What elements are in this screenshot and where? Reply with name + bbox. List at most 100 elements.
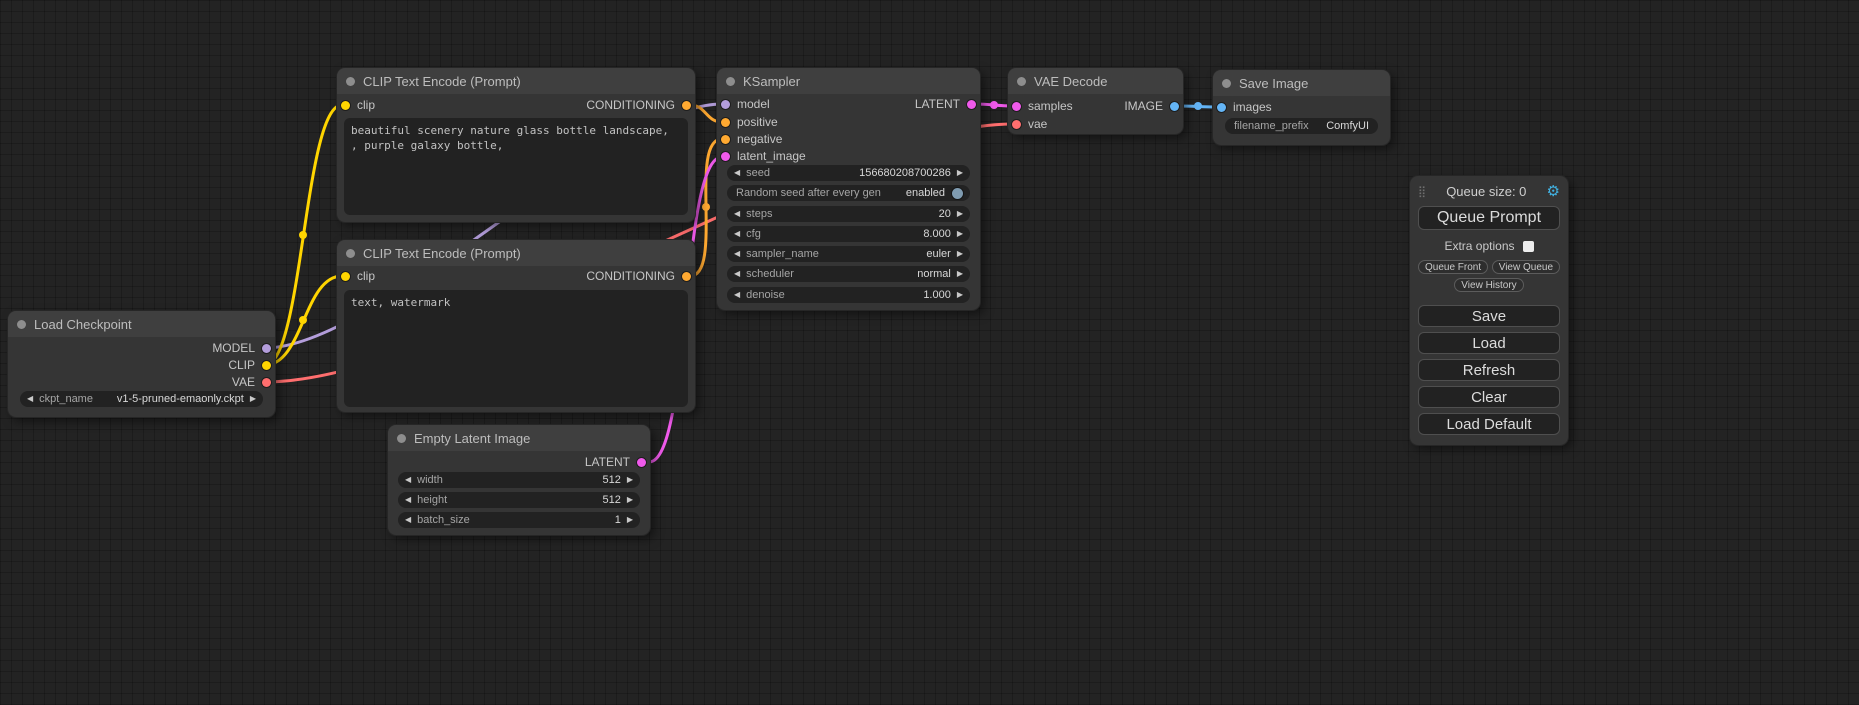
node-title-bar[interactable]: VAE Decode bbox=[1008, 68, 1183, 94]
widget-random-seed-toggle[interactable]: Random seed after every gen enabled bbox=[727, 185, 970, 201]
queue-front-button[interactable]: Queue Front bbox=[1418, 260, 1488, 274]
widget-increment-icon[interactable]: ▶ bbox=[627, 516, 633, 524]
widget-increment-icon[interactable]: ▶ bbox=[957, 250, 963, 258]
node-title-bar[interactable]: KSampler bbox=[717, 68, 980, 94]
widget-scheduler[interactable]: ◀ scheduler normal ▶ bbox=[727, 266, 970, 282]
widget-decrement-icon[interactable]: ◀ bbox=[734, 230, 740, 238]
toggle-knob-icon[interactable] bbox=[952, 188, 963, 199]
collapse-dot-icon[interactable] bbox=[726, 77, 735, 86]
clear-button[interactable]: Clear bbox=[1418, 386, 1560, 408]
collapse-dot-icon[interactable] bbox=[346, 249, 355, 258]
node-clip-text-encode-negative[interactable]: CLIP Text Encode (Prompt) clip CONDITION… bbox=[337, 240, 695, 412]
widget-sampler-name[interactable]: ◀ sampler_name euler ▶ bbox=[727, 246, 970, 262]
save-button[interactable]: Save bbox=[1418, 305, 1560, 327]
widget-decrement-icon[interactable]: ◀ bbox=[405, 496, 411, 504]
vae-output-port[interactable] bbox=[262, 378, 271, 387]
widget-increment-icon[interactable]: ▶ bbox=[957, 169, 963, 177]
widget-decrement-icon[interactable]: ◀ bbox=[734, 270, 740, 278]
model-input-port[interactable] bbox=[721, 100, 730, 109]
node-load-checkpoint[interactable]: Load Checkpoint MODEL CLIP VAE ◀ ckpt_na… bbox=[8, 311, 275, 417]
widget-cfg[interactable]: ◀ cfg 8.000 ▶ bbox=[727, 226, 970, 242]
widget-increment-icon[interactable]: ▶ bbox=[957, 270, 963, 278]
link-midpoint-dot bbox=[299, 231, 307, 239]
samples-input-port[interactable] bbox=[1012, 102, 1021, 111]
negative-input-port[interactable] bbox=[721, 135, 730, 144]
output-label: CLIP bbox=[228, 358, 255, 372]
collapse-dot-icon[interactable] bbox=[1222, 79, 1231, 88]
node-title: Load Checkpoint bbox=[34, 317, 132, 332]
input-row-latent-image: latent_image bbox=[721, 149, 806, 163]
node-vae-decode[interactable]: VAE Decode samples IMAGE vae bbox=[1008, 68, 1183, 134]
latent-image-input-port[interactable] bbox=[721, 152, 730, 161]
input-row-images: images bbox=[1217, 100, 1272, 114]
collapse-dot-icon[interactable] bbox=[397, 434, 406, 443]
load-button[interactable]: Load bbox=[1418, 332, 1560, 354]
widget-decrement-icon[interactable]: ◀ bbox=[405, 516, 411, 524]
clip-output-port[interactable] bbox=[262, 361, 271, 370]
vae-input-port[interactable] bbox=[1012, 120, 1021, 129]
widget-increment-icon[interactable]: ▶ bbox=[957, 291, 963, 299]
widget-batch-size[interactable]: ◀ batch_size 1 ▶ bbox=[398, 512, 640, 528]
node-ksampler[interactable]: KSampler model LATENT positive negative … bbox=[717, 68, 980, 310]
widget-increment-icon[interactable]: ▶ bbox=[250, 395, 256, 403]
refresh-button[interactable]: Refresh bbox=[1418, 359, 1560, 381]
node-title-bar[interactable]: Load Checkpoint bbox=[8, 311, 275, 337]
node-title-bar[interactable]: CLIP Text Encode (Prompt) bbox=[337, 240, 695, 266]
widget-filename-prefix[interactable]: filename_prefix ComfyUI bbox=[1225, 118, 1378, 134]
extra-options-row: Extra options bbox=[1418, 238, 1560, 254]
collapse-dot-icon[interactable] bbox=[17, 320, 26, 329]
widget-increment-icon[interactable]: ▶ bbox=[957, 210, 963, 218]
input-label: model bbox=[737, 97, 770, 111]
widget-increment-icon[interactable]: ▶ bbox=[627, 496, 633, 504]
node-empty-latent-image[interactable]: Empty Latent Image LATENT ◀ width 512 ▶ … bbox=[388, 425, 650, 535]
queue-mini-buttons: Queue Front View Queue bbox=[1418, 260, 1560, 274]
node-title-bar[interactable]: Save Image bbox=[1213, 70, 1390, 96]
node-title-bar[interactable]: CLIP Text Encode (Prompt) bbox=[337, 68, 695, 94]
image-output-port[interactable] bbox=[1170, 102, 1179, 111]
latent-output-port[interactable] bbox=[967, 100, 976, 109]
conditioning-output-port[interactable] bbox=[682, 272, 691, 281]
images-input-port[interactable] bbox=[1217, 103, 1226, 112]
input-label: clip bbox=[357, 98, 375, 112]
widget-decrement-icon[interactable]: ◀ bbox=[27, 395, 33, 403]
node-title: Save Image bbox=[1239, 76, 1308, 91]
widget-increment-icon[interactable]: ▶ bbox=[957, 230, 963, 238]
load-default-button[interactable]: Load Default bbox=[1418, 413, 1560, 435]
clip-input-port[interactable] bbox=[341, 101, 350, 110]
node-clip-text-encode-positive[interactable]: CLIP Text Encode (Prompt) clip CONDITION… bbox=[337, 68, 695, 222]
positive-prompt-textarea[interactable]: beautiful scenery nature glass bottle la… bbox=[344, 118, 688, 215]
widget-decrement-icon[interactable]: ◀ bbox=[734, 250, 740, 258]
node-title-bar[interactable]: Empty Latent Image bbox=[388, 425, 650, 451]
drag-handle-icon[interactable]: ⣿ bbox=[1418, 185, 1426, 198]
widget-denoise[interactable]: ◀ denoise 1.000 ▶ bbox=[727, 287, 970, 303]
extra-options-checkbox[interactable] bbox=[1523, 241, 1534, 252]
widget-decrement-icon[interactable]: ◀ bbox=[734, 291, 740, 299]
queue-prompt-button[interactable]: Queue Prompt bbox=[1418, 206, 1560, 230]
latent-output-port[interactable] bbox=[637, 458, 646, 467]
widget-steps[interactable]: ◀ steps 20 ▶ bbox=[727, 206, 970, 222]
settings-gear-icon[interactable]: ⚙ bbox=[1547, 182, 1560, 200]
collapse-dot-icon[interactable] bbox=[346, 77, 355, 86]
extra-options-label: Extra options bbox=[1444, 239, 1514, 253]
model-output-port[interactable] bbox=[262, 344, 271, 353]
collapse-dot-icon[interactable] bbox=[1017, 77, 1026, 86]
widget-decrement-icon[interactable]: ◀ bbox=[405, 476, 411, 484]
input-label: images bbox=[1233, 100, 1272, 114]
negative-prompt-textarea[interactable]: text, watermark bbox=[344, 290, 688, 407]
output-label: MODEL bbox=[212, 341, 255, 355]
input-label: positive bbox=[737, 115, 778, 129]
widget-width[interactable]: ◀ width 512 ▶ bbox=[398, 472, 640, 488]
positive-input-port[interactable] bbox=[721, 118, 730, 127]
view-queue-button[interactable]: View Queue bbox=[1492, 260, 1560, 274]
widget-ckpt-name[interactable]: ◀ ckpt_name v1-5-pruned-emaonly.ckpt ▶ bbox=[20, 391, 263, 407]
widget-increment-icon[interactable]: ▶ bbox=[627, 476, 633, 484]
widget-decrement-icon[interactable]: ◀ bbox=[734, 169, 740, 177]
clip-input-port[interactable] bbox=[341, 272, 350, 281]
widget-decrement-icon[interactable]: ◀ bbox=[734, 210, 740, 218]
widget-height[interactable]: ◀ height 512 ▶ bbox=[398, 492, 640, 508]
conditioning-output-port[interactable] bbox=[682, 101, 691, 110]
node-save-image[interactable]: Save Image images filename_prefix ComfyU… bbox=[1213, 70, 1390, 145]
widget-seed[interactable]: ◀ seed 156680208700286 ▶ bbox=[727, 165, 970, 181]
input-row-positive: positive bbox=[721, 115, 778, 129]
view-history-button[interactable]: View History bbox=[1454, 278, 1523, 292]
